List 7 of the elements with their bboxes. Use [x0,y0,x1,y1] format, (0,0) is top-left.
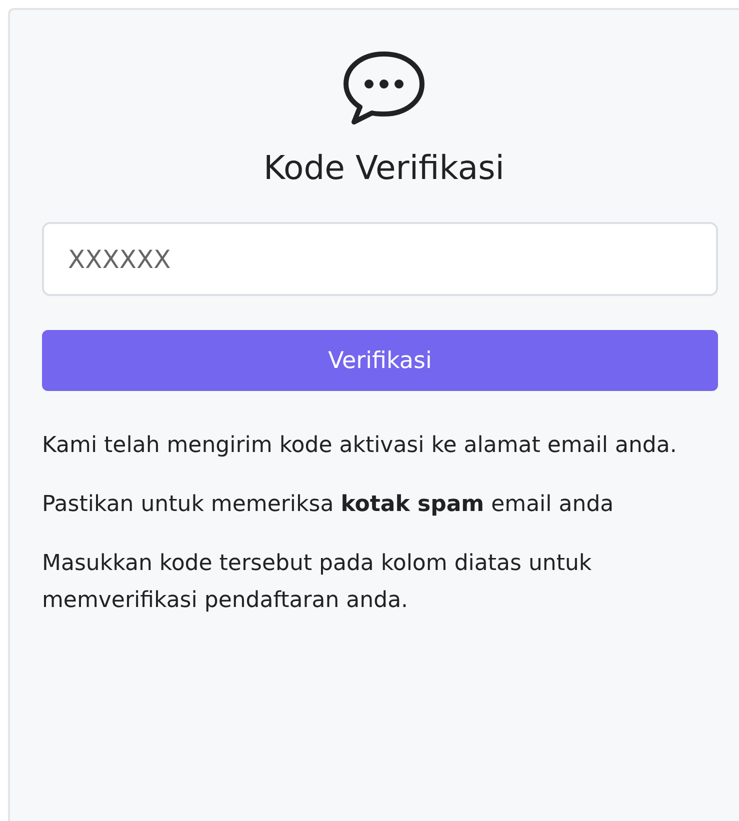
form-title: Kode Verifikasi [262,147,506,189]
chat-bubble-icon [342,50,426,126]
info-paragraph: Masukkan kode tersebut pada kolom diatas untuk memverifikasi pendaftaran anda. [42,550,593,615]
info-paragraph: Kami telah mengirim kode aktivasi ke alamat email anda. [42,432,678,460]
code-input-field[interactable]: XXXXXX [42,222,718,296]
info-paragraph: Pastikan untuk memeriksa kotak spam email anda [42,491,615,519]
verify-button[interactable]: Verifikasi [42,330,718,391]
